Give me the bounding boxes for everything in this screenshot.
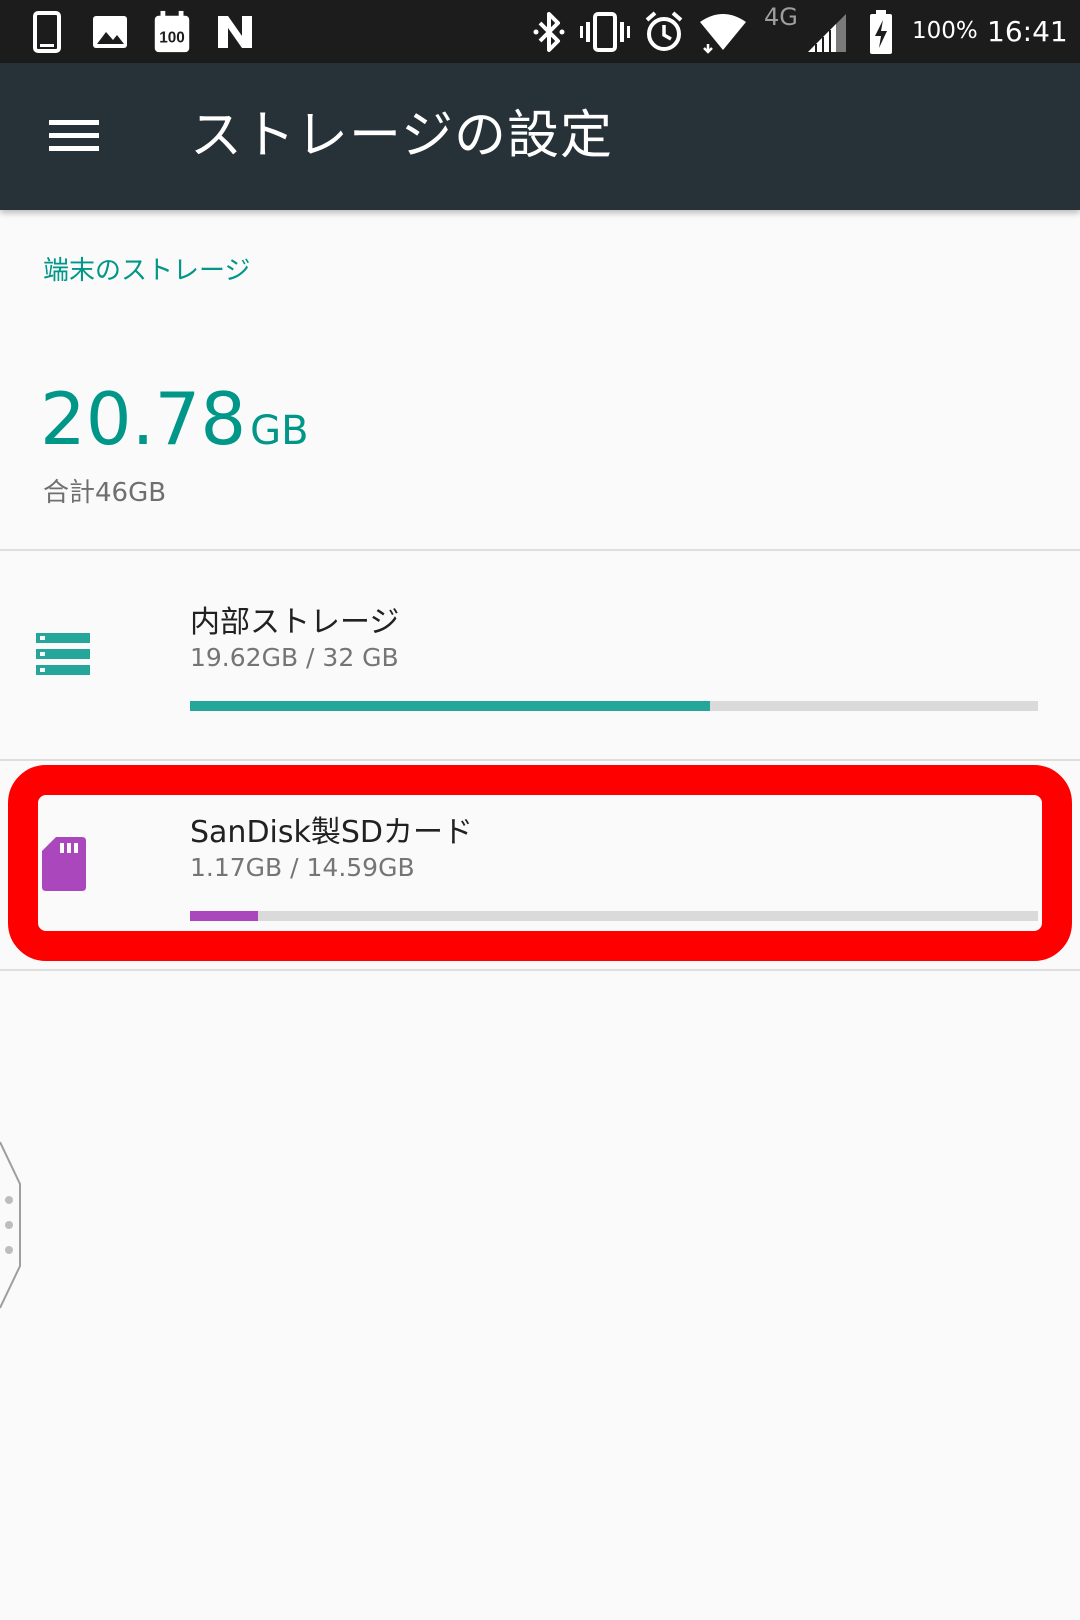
menu-button[interactable] xyxy=(30,98,118,174)
usage-progress-fill xyxy=(190,911,258,921)
image-icon xyxy=(93,16,127,48)
storage-item-sd-card[interactable]: SanDisk製SDカード 1.17GB / 14.59GB xyxy=(0,761,1080,961)
total-used-unit: GB xyxy=(250,408,309,454)
alarm-icon xyxy=(645,11,683,51)
signal-icon xyxy=(808,14,846,52)
page-title: ストレージの設定 xyxy=(190,106,613,166)
bluetooth-icon xyxy=(533,12,565,52)
usage-progress-fill xyxy=(190,701,710,711)
vibrate-icon xyxy=(580,12,630,52)
calendar-100-icon: 100 xyxy=(154,10,190,53)
section-header: 端末のストレージ xyxy=(43,256,251,286)
app-bar: ストレージの設定 xyxy=(0,63,1080,210)
battery-percent: 100% xyxy=(912,18,978,44)
clock: 16:41 xyxy=(987,15,1068,48)
network-type-label: 4G xyxy=(764,3,798,31)
volume-usage: 19.62GB / 32 GB xyxy=(190,643,399,672)
svg-text:100: 100 xyxy=(159,30,185,47)
usage-progress-bar xyxy=(190,701,1038,711)
storage-icon xyxy=(36,633,90,675)
phone-icon xyxy=(33,11,61,53)
storage-item-internal[interactable]: 内部ストレージ 19.62GB / 32 GB xyxy=(0,551,1080,751)
volume-name: SanDisk製SDカード xyxy=(190,815,474,850)
hamburger-menu-icon xyxy=(49,120,99,151)
sd-card-icon xyxy=(42,837,86,891)
divider xyxy=(0,969,1080,971)
usage-progress-bar xyxy=(190,911,1038,921)
status-bar: 100 4G 100% 16:41 xyxy=(0,0,1080,63)
total-used-value: 20.78 xyxy=(40,377,247,461)
volume-usage: 1.17GB / 14.59GB xyxy=(190,853,415,882)
wifi-icon xyxy=(700,14,746,54)
total-capacity: 合計46GB xyxy=(43,478,167,508)
n-icon xyxy=(218,16,252,48)
battery-charging-icon xyxy=(870,10,892,54)
total-used: 20.78 GB xyxy=(40,383,309,455)
edge-panel-handle[interactable] xyxy=(0,1140,24,1310)
volume-name: 内部ストレージ xyxy=(190,605,400,640)
